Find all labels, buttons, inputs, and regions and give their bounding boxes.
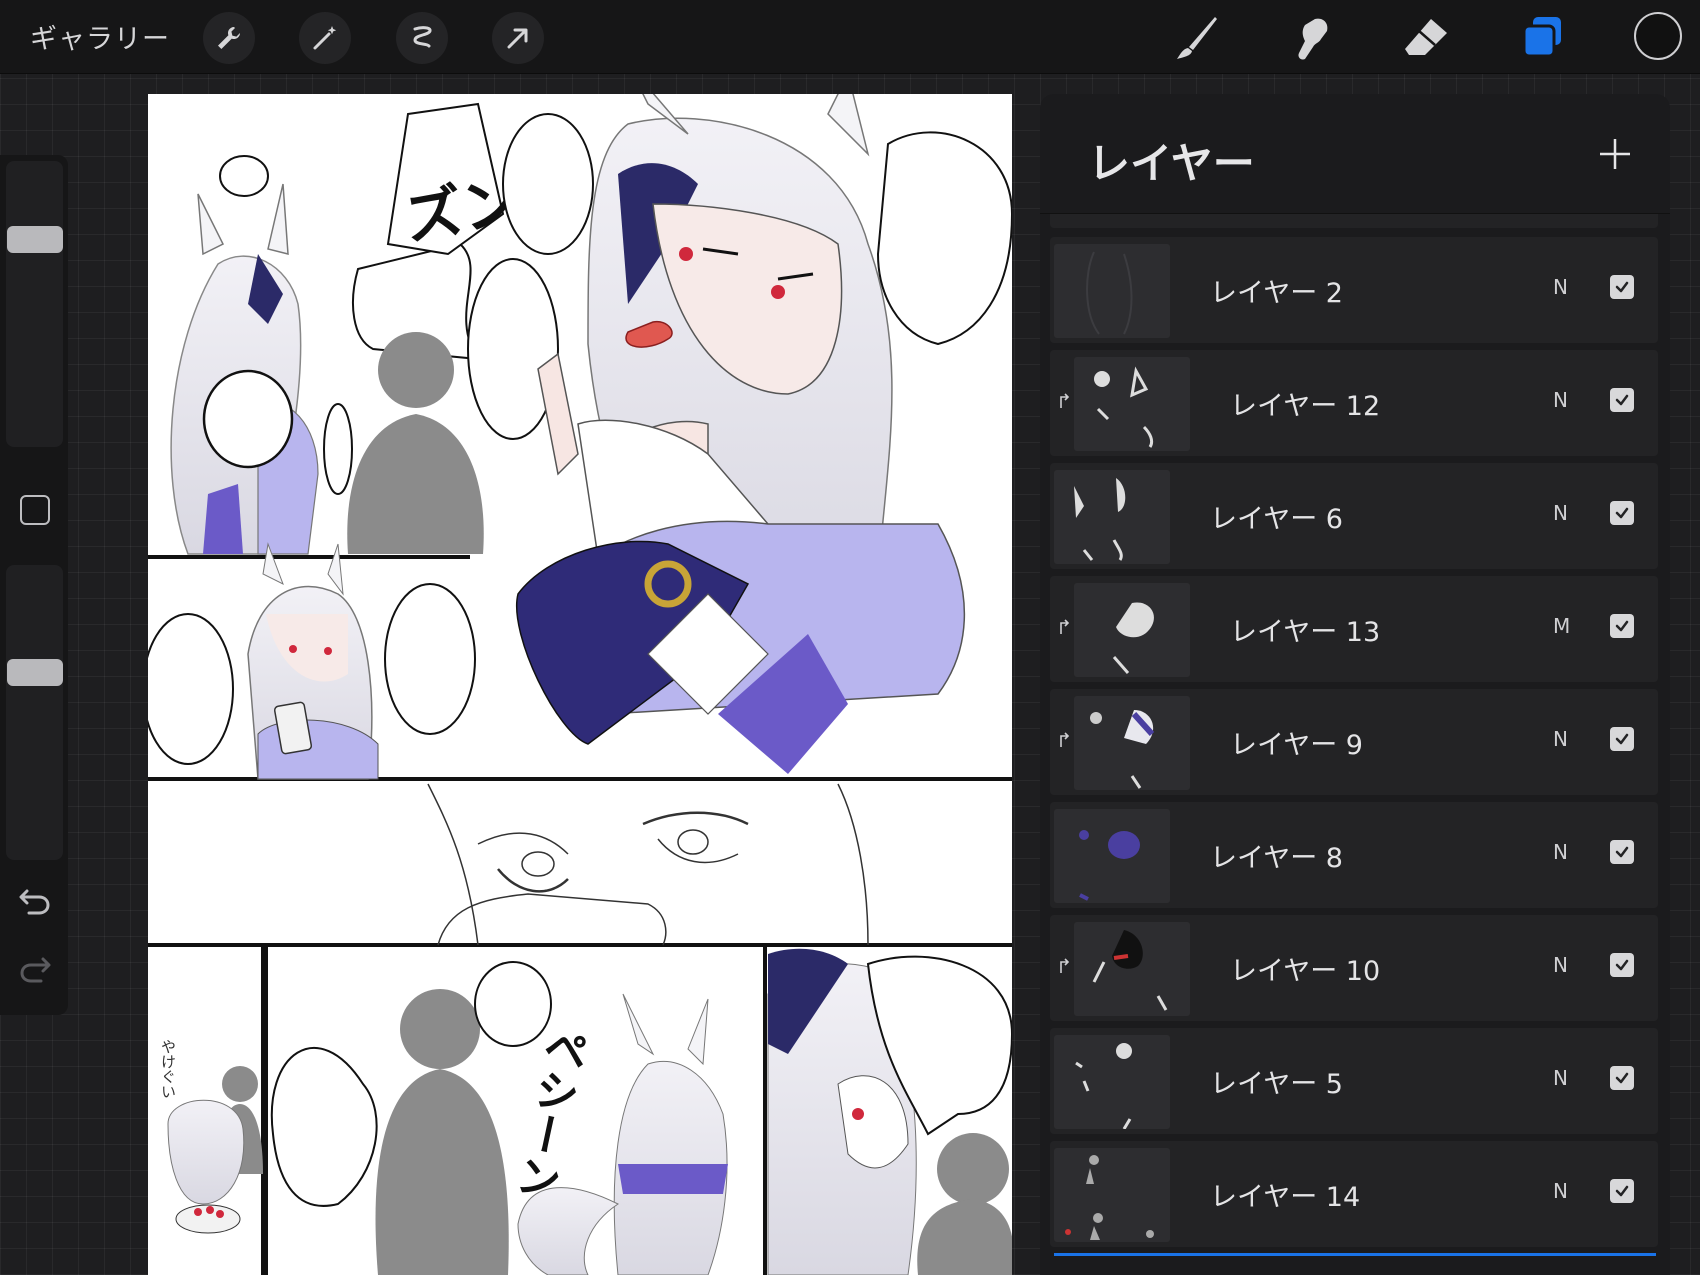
blend-mode-button[interactable]: N (1553, 1179, 1568, 1203)
layer-row[interactable]: レイヤー 13 M (1050, 576, 1658, 682)
clipping-mask-icon (1058, 393, 1070, 409)
plus-icon[interactable] (1596, 135, 1634, 173)
blend-mode-button[interactable]: N (1553, 275, 1568, 299)
top-toolbar: ギャラリー (0, 0, 1700, 74)
brush-size-slider[interactable] (6, 161, 63, 447)
layer-thumbnail[interactable] (1054, 470, 1170, 564)
blend-mode-button[interactable]: N (1553, 953, 1568, 977)
layer-name: レイヤー 14 (1210, 1182, 1361, 1213)
layer-name: レイヤー 10 (1230, 956, 1381, 987)
blend-mode-button[interactable]: N (1553, 840, 1568, 864)
blend-mode-button[interactable]: N (1553, 501, 1568, 525)
layer-name: レイヤー 8 (1210, 843, 1343, 874)
gallery-button[interactable]: ギャラリー (30, 17, 170, 56)
layer-thumbnail[interactable] (1054, 244, 1170, 338)
layer-name: レイヤー 13 (1230, 617, 1381, 648)
blend-mode-button[interactable]: N (1553, 388, 1568, 412)
layer-thumbnail[interactable] (1074, 357, 1190, 451)
smudge-icon[interactable] (1284, 12, 1336, 64)
sfx-text-small: やけぐい (159, 1039, 177, 1099)
visibility-checkbox[interactable] (1610, 388, 1634, 412)
visibility-checkbox[interactable] (1610, 275, 1634, 299)
layer-name: レイヤー 5 (1210, 1069, 1343, 1100)
undo-icon[interactable] (17, 883, 53, 919)
modifier-square-icon[interactable] (20, 495, 50, 525)
wrench-icon[interactable] (203, 12, 255, 64)
layer-row[interactable]: レイヤー 12 N (1050, 350, 1658, 456)
visibility-checkbox[interactable] (1610, 727, 1634, 751)
brush-size-thumb[interactable] (7, 226, 63, 253)
color-picker-button[interactable] (1634, 12, 1682, 60)
drawing-canvas[interactable]: ズンっ やけぐい ペシーン (148, 94, 1012, 1275)
layers-icon[interactable] (1516, 12, 1568, 64)
layer-row[interactable]: レイヤー 6 N (1050, 463, 1658, 569)
eraser-icon[interactable] (1400, 12, 1452, 64)
scroll-indicator (1054, 1253, 1656, 1256)
left-sidebar (0, 155, 68, 1015)
blend-mode-button[interactable]: N (1553, 1066, 1568, 1090)
blend-mode-button[interactable]: M (1553, 614, 1570, 638)
magic-wand-icon[interactable] (299, 12, 351, 64)
visibility-checkbox[interactable] (1610, 953, 1634, 977)
layer-thumbnail[interactable] (1054, 1035, 1170, 1129)
brush-icon[interactable] (1170, 12, 1222, 64)
manga-artwork: ズンっ やけぐい ペシーン (148, 94, 1012, 1275)
layer-thumbnail[interactable] (1054, 1148, 1170, 1242)
layer-thumbnail[interactable] (1074, 922, 1190, 1016)
transform-arrow-icon[interactable] (492, 12, 544, 64)
layer-row[interactable]: レイヤー 8 N (1050, 802, 1658, 908)
layer-row[interactable]: レイヤー 14 N (1050, 1141, 1658, 1247)
layer-thumbnail[interactable] (1054, 809, 1170, 903)
layer-row[interactable]: レイヤー 5 N (1050, 1028, 1658, 1134)
layer-name: レイヤー 12 (1230, 391, 1381, 422)
layer-thumbnail[interactable] (1074, 696, 1190, 790)
layer-row[interactable]: レイヤー 9 N (1050, 689, 1658, 795)
clipping-mask-icon (1058, 958, 1070, 974)
layer-thumbnail[interactable] (1074, 583, 1190, 677)
blend-mode-button[interactable]: N (1553, 727, 1568, 751)
visibility-checkbox[interactable] (1610, 840, 1634, 864)
layers-panel: レイヤー レイヤー 2 N レイヤー 12 N レイヤー 6 N レイヤー 13 M レイヤー … (1040, 94, 1670, 1275)
visibility-checkbox[interactable] (1610, 1179, 1634, 1203)
layer-name: レイヤー 2 (1210, 278, 1343, 309)
selection-icon[interactable] (396, 12, 448, 64)
visibility-checkbox[interactable] (1610, 1066, 1634, 1090)
panel-title: レイヤー (1088, 139, 1255, 188)
redo-icon[interactable] (17, 951, 53, 987)
sfx-text-large: ペシーン (505, 1021, 591, 1204)
layer-row[interactable]: レイヤー 10 N (1050, 915, 1658, 1021)
visibility-checkbox[interactable] (1610, 614, 1634, 638)
layer-name: レイヤー 9 (1230, 730, 1363, 761)
clipping-mask-icon (1058, 619, 1070, 635)
layer-row[interactable]: レイヤー 2 N (1050, 237, 1658, 343)
opacity-thumb[interactable] (7, 659, 63, 686)
opacity-slider[interactable] (6, 565, 63, 860)
layer-row-partial[interactable] (1050, 214, 1658, 228)
visibility-checkbox[interactable] (1610, 501, 1634, 525)
clipping-mask-icon (1058, 732, 1070, 748)
layer-name: レイヤー 6 (1210, 504, 1343, 535)
